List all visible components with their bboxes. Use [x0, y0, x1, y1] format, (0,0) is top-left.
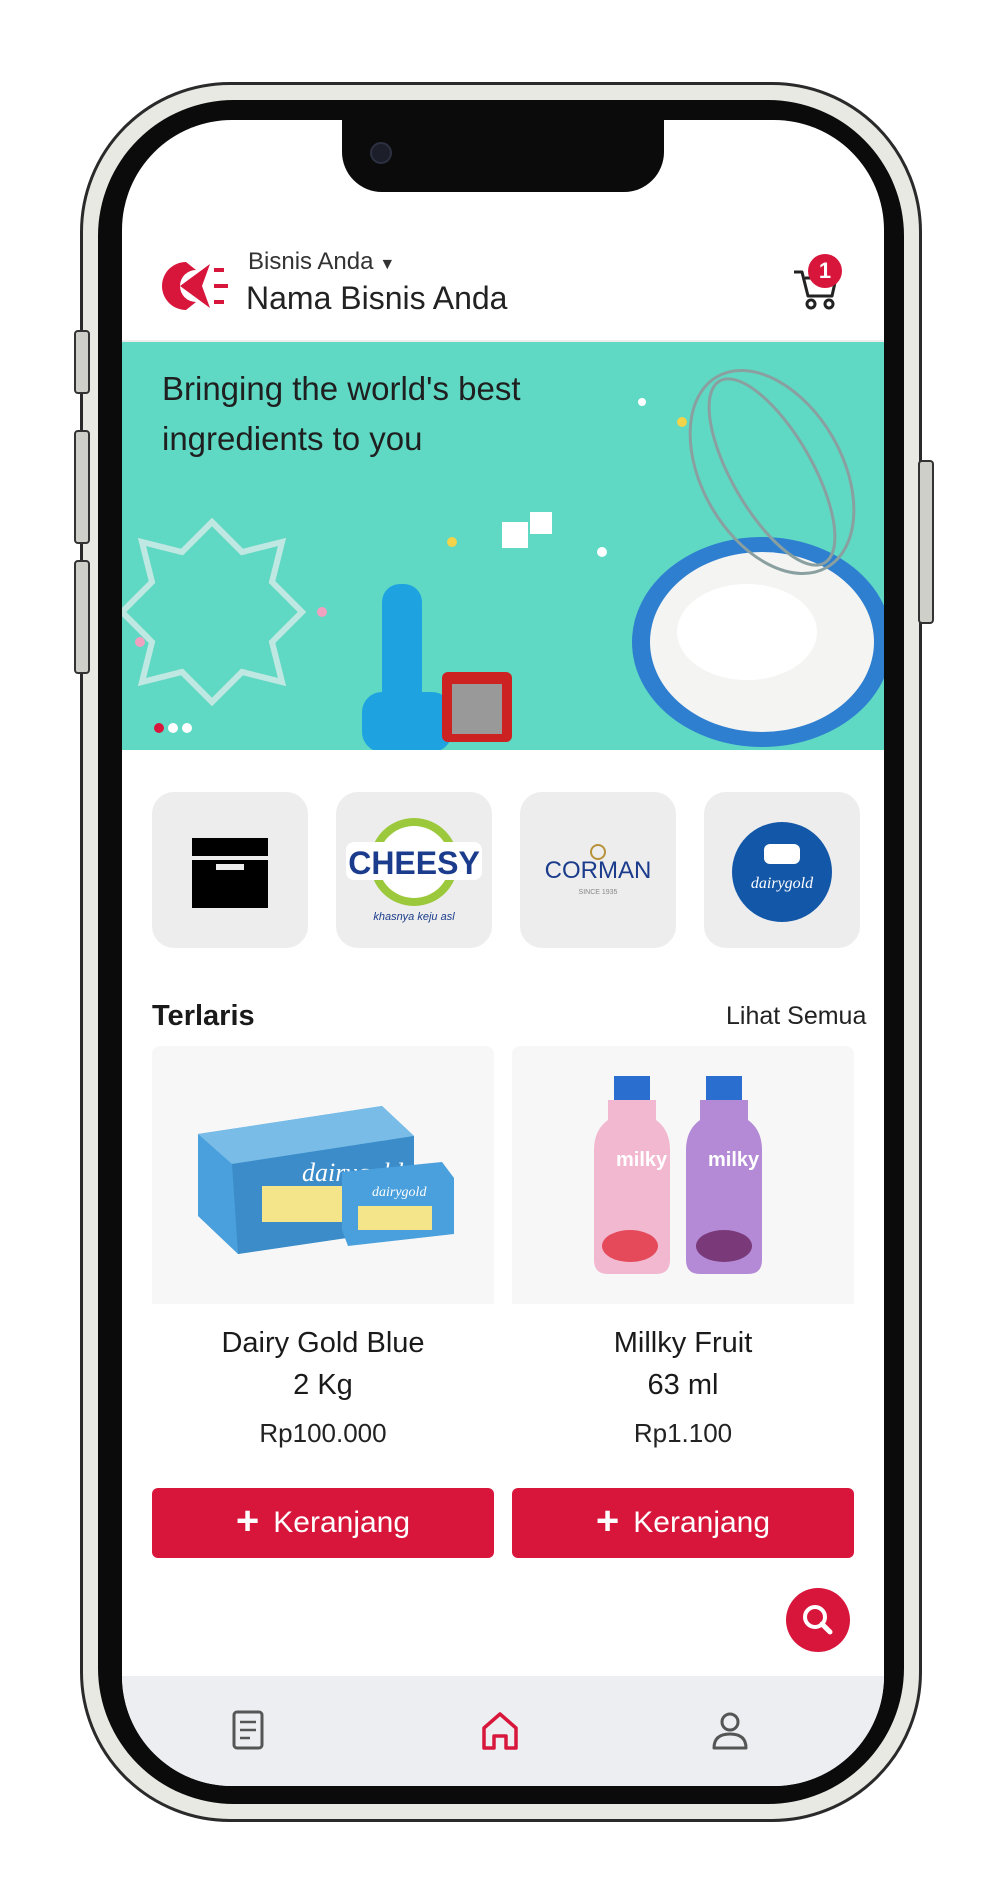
brand-tile-all[interactable] — [152, 792, 308, 948]
product-name-line1: Dairy Gold Blue — [221, 1327, 425, 1359]
add-to-cart-button[interactable]: + Keranjang — [152, 1488, 494, 1558]
add-to-cart-button[interactable]: + Keranjang — [512, 1488, 854, 1558]
section-title-best-sellers: Terlaris — [152, 1000, 255, 1032]
product-price: Rp1.100 — [633, 1418, 733, 1448]
app-screen: Bisnis Anda ▼ Nama Bisnis Anda 1 Bringin… — [122, 120, 884, 1786]
product-price: Rp100.000 — [259, 1418, 387, 1448]
brand-tile-cheesy[interactable]: CHEESY khasnya keju asl — [336, 792, 492, 948]
svg-text:CHEESY: CHEESY — [348, 845, 480, 881]
power-button — [918, 460, 934, 624]
dairygold-logo: dairygold — [732, 822, 832, 922]
product-name-line2: 2 Kg — [293, 1369, 353, 1401]
product-card[interactable]: dairygold dairygold Dairy Gold Blue 2 Kg… — [152, 1046, 494, 1558]
add-to-cart-label: Keranjang — [273, 1506, 411, 1539]
business-selector-label: Bisnis Anda — [248, 248, 374, 275]
promo-banner[interactable]: Bringing the world's best ingredients to… — [122, 342, 884, 750]
company-logo — [162, 262, 228, 310]
carousel-indicator — [154, 720, 196, 738]
svg-text:dairygold: dairygold — [372, 1185, 427, 1200]
add-to-cart-label: Keranjang — [633, 1506, 771, 1539]
see-all-link[interactable]: Lihat Semua — [726, 1002, 866, 1031]
bottom-navigation — [122, 1676, 884, 1786]
product-image: dairygold dairygold — [152, 1046, 494, 1304]
user-icon[interactable] — [708, 1706, 752, 1754]
svg-text:dairygold: dairygold — [751, 875, 814, 892]
volume-up-button — [74, 430, 90, 544]
dairygold-butter-image: dairygold dairygold — [198, 1106, 454, 1254]
brand-tile-corman[interactable]: CORMAN SINCE 1935 — [520, 792, 676, 948]
product-image: milky milky — [512, 1046, 854, 1304]
svg-text:CORMAN: CORMAN — [545, 857, 652, 884]
business-name: Nama Bisnis Anda — [246, 280, 508, 316]
volume-down-button — [74, 560, 90, 674]
cart-count-badge: 1 — [808, 254, 842, 288]
front-camera — [370, 142, 392, 164]
search-button[interactable] — [786, 1588, 850, 1652]
svg-text:milky: milky — [708, 1149, 760, 1171]
product-name-line1: Millky Fruit — [613, 1327, 753, 1359]
brand-list: CHEESY khasnya keju asl CORMAN SINCE 193… — [152, 792, 884, 952]
plus-icon: + — [235, 1499, 260, 1543]
corman-logo: CORMAN SINCE 1935 — [545, 844, 652, 896]
plus-icon: + — [595, 1499, 620, 1543]
svg-text:milky: milky — [616, 1149, 668, 1171]
product-name-line2: 63 ml — [647, 1369, 719, 1401]
product-name: Dairy Gold Blue 2 Kg — [152, 1322, 494, 1406]
box-icon — [192, 838, 268, 908]
svg-text:SINCE 1935: SINCE 1935 — [579, 889, 618, 896]
notch — [342, 120, 664, 192]
carousel-dot[interactable] — [182, 723, 192, 733]
search-icon — [803, 1605, 833, 1635]
business-selector[interactable]: Bisnis Anda ▼ — [248, 248, 395, 276]
carousel-dot-active[interactable] — [154, 723, 164, 733]
svg-text:khasnya keju asl: khasnya keju asl — [373, 911, 455, 923]
brand-tile-dairygold[interactable]: dairygold — [704, 792, 860, 948]
carousel-dot[interactable] — [168, 723, 178, 733]
cheesy-logo: CHEESY khasnya keju asl — [346, 818, 482, 923]
product-name: Millky Fruit 63 ml — [512, 1322, 854, 1406]
milky-fruit-image: milky milky — [594, 1076, 762, 1274]
silent-switch — [74, 330, 90, 394]
app-header: Bisnis Anda ▼ Nama Bisnis Anda 1 — [122, 210, 884, 342]
caret-down-icon: ▼ — [379, 256, 396, 273]
product-card[interactable]: milky milky Millky Fruit 63 ml Rp1.100 +… — [512, 1046, 854, 1558]
banner-headline: Bringing the world's best ingredients to… — [162, 370, 521, 457]
home-icon[interactable] — [478, 1706, 522, 1754]
document-icon[interactable] — [226, 1706, 270, 1754]
